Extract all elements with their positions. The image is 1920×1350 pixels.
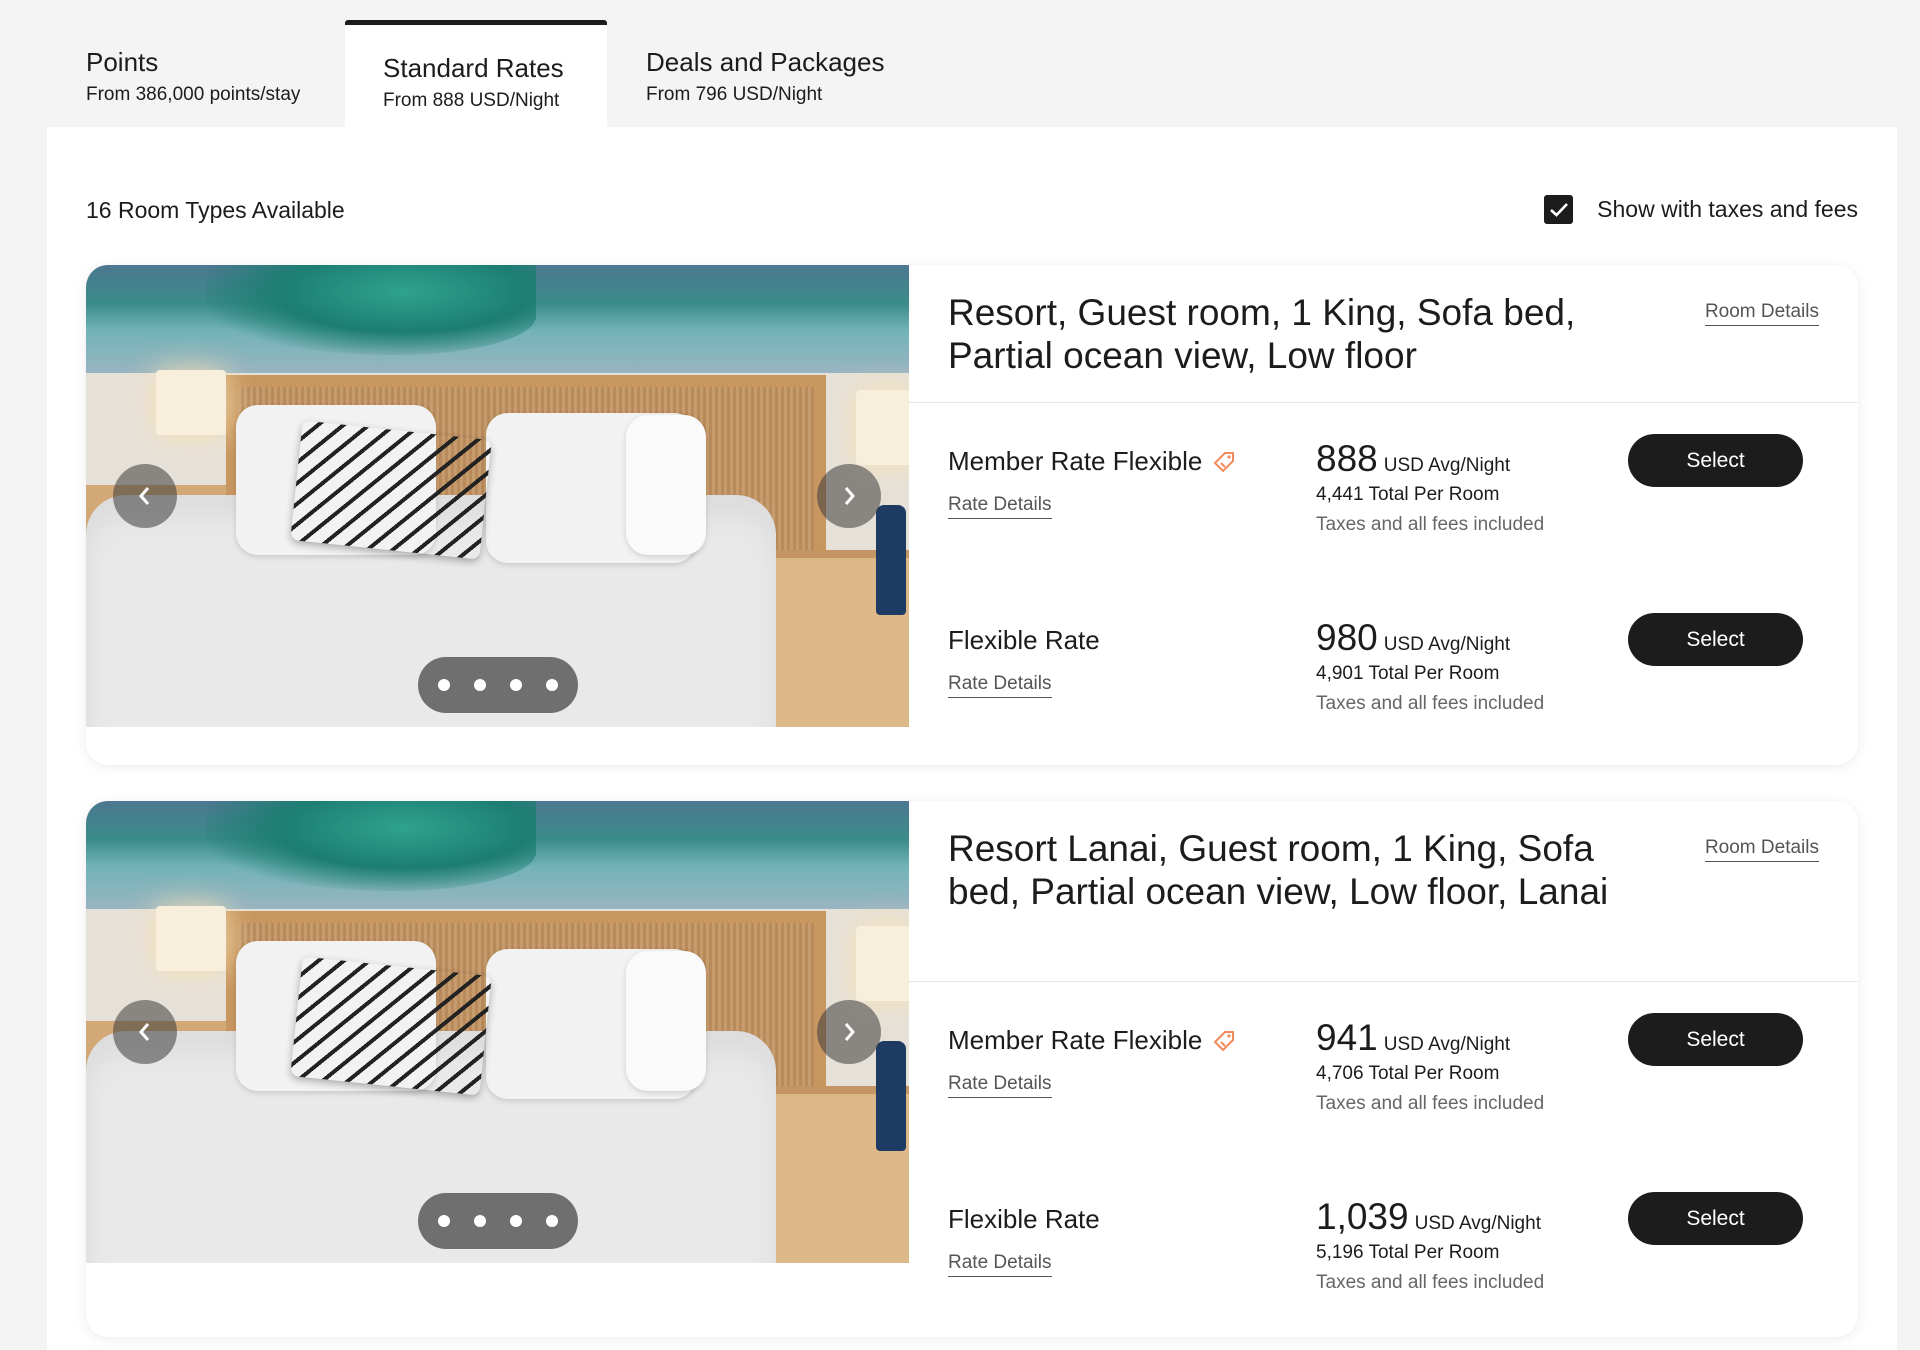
tab-subtitle: From 386,000 points/stay	[86, 84, 301, 105]
carousel-dots	[418, 657, 578, 713]
tab-deals-and-packages[interactable]: Deals and Packages From 796 USD/Night	[646, 47, 884, 107]
chevron-left-icon	[139, 487, 150, 505]
price: 1,039 USD Avg/Night	[1316, 1196, 1541, 1238]
room-details-link[interactable]: Room Details	[1704, 837, 1819, 862]
tab-subtitle: From 796 USD/Night	[646, 84, 823, 105]
rate-tabs: Points From 386,000 points/stay Standard…	[47, 0, 1897, 127]
chevron-right-icon	[844, 1023, 855, 1041]
price: 980 USD Avg/Night	[1316, 617, 1510, 659]
room-card: Resort, Guest room, 1 King, Sofa bed, Pa…	[86, 265, 1858, 765]
rate-row: Member Rate Flexible Rate Details 941 USD…	[909, 1013, 1858, 1175]
total-per-room: 4,706 Total Per Room	[1316, 1063, 1500, 1084]
rate-name: Flexible Rate	[948, 625, 1100, 656]
room-card: Resort Lanai, Guest room, 1 King, Sofa b…	[86, 801, 1858, 1337]
select-button[interactable]: Select	[1628, 1192, 1803, 1245]
carousel-dot[interactable]	[510, 679, 522, 691]
tax-note: Taxes and all fees included	[1316, 1272, 1545, 1293]
room-photo-carousel[interactable]	[86, 265, 909, 727]
room-info: Resort, Guest room, 1 King, Sofa bed, Pa…	[909, 265, 1858, 765]
total-per-room: 4,901 Total Per Room	[1316, 663, 1500, 684]
rate-name: Flexible Rate	[948, 1204, 1100, 1235]
tab-standard-rates[interactable]: Standard Rates From 888 USD/Night	[345, 20, 607, 127]
select-button[interactable]: Select	[1628, 1013, 1803, 1066]
tab-title: Points	[86, 47, 159, 77]
select-button[interactable]: Select	[1628, 434, 1803, 487]
price-amount: 1,039	[1316, 1196, 1409, 1237]
rate-name-label: Flexible Rate	[948, 1204, 1100, 1234]
rate-name-label: Flexible Rate	[948, 625, 1100, 655]
rate-row: Member Rate Flexible Rate Details 888 USD…	[909, 434, 1858, 596]
rates-panel: 16 Room Types Available Show with taxes …	[47, 127, 1897, 1350]
taxes-checkbox[interactable]	[1544, 195, 1574, 224]
carousel-dot[interactable]	[474, 679, 486, 691]
carousel-next-button[interactable]	[817, 464, 881, 528]
carousel-prev-button[interactable]	[113, 464, 177, 528]
taxes-toggle-label: Show with taxes and fees	[1597, 196, 1858, 222]
carousel-dot[interactable]	[438, 679, 450, 691]
rate-details-link[interactable]: Rate Details	[948, 1073, 1052, 1098]
rate-details-link[interactable]: Rate Details	[948, 673, 1052, 698]
carousel-dot[interactable]	[474, 1215, 486, 1227]
price-amount: 888	[1316, 438, 1378, 479]
tab-points[interactable]: Points From 386,000 points/stay	[86, 47, 300, 107]
room-title: Resort Lanai, Guest room, 1 King, Sofa b…	[948, 828, 1609, 912]
room-info: Resort Lanai, Guest room, 1 King, Sofa b…	[909, 801, 1858, 1337]
price-unit: USD Avg/Night	[1383, 634, 1511, 655]
room-photo-carousel[interactable]	[86, 801, 909, 1263]
rate-row: Flexible Rate Rate Details 980 USD Avg/Ni…	[909, 613, 1858, 765]
tab-title: Standard Rates	[383, 53, 564, 83]
check-icon	[1549, 202, 1568, 217]
rate-name-label: Member Rate Flexible	[948, 446, 1203, 476]
total-per-room: 5,196 Total Per Room	[1316, 1242, 1500, 1263]
carousel-dot[interactable]	[510, 1215, 522, 1227]
rate-details-link[interactable]: Rate Details	[948, 494, 1052, 519]
carousel-dots	[418, 1193, 578, 1249]
rate-row: Flexible Rate Rate Details 1,039 USD Avg/…	[909, 1192, 1858, 1337]
rate-name-label: Member Rate Flexible	[948, 1025, 1203, 1055]
tag-icon	[1213, 451, 1235, 472]
tab-subtitle: From 888 USD/Night	[383, 90, 560, 111]
price: 888 USD Avg/Night	[1316, 438, 1510, 480]
price-unit: USD Avg/Night	[1383, 455, 1511, 476]
chevron-left-icon	[139, 1023, 150, 1041]
price-unit: USD Avg/Night	[1383, 1034, 1511, 1055]
room-details-link[interactable]: Room Details	[1704, 301, 1819, 326]
price-unit: USD Avg/Night	[1414, 1213, 1541, 1234]
chevron-right-icon	[844, 487, 855, 505]
tax-note: Taxes and all fees included	[1316, 693, 1545, 714]
select-button[interactable]: Select	[1628, 613, 1803, 666]
tax-note: Taxes and all fees included	[1316, 514, 1545, 535]
carousel-dot[interactable]	[438, 1215, 450, 1227]
rate-name: Member Rate Flexible	[948, 446, 1236, 477]
taxes-toggle[interactable]: Show with taxes and fees	[1544, 195, 1858, 224]
rate-name: Member Rate Flexible	[948, 1025, 1236, 1056]
tax-note: Taxes and all fees included	[1316, 1093, 1545, 1114]
carousel-dot[interactable]	[546, 679, 558, 691]
rate-details-link[interactable]: Rate Details	[948, 1252, 1052, 1277]
tag-icon	[1213, 1030, 1235, 1051]
price: 941 USD Avg/Night	[1316, 1017, 1510, 1059]
carousel-prev-button[interactable]	[113, 1000, 177, 1064]
price-amount: 941	[1316, 1017, 1378, 1058]
room-title: Resort, Guest room, 1 King, Sofa bed, Pa…	[948, 292, 1576, 376]
room-types-count: 16 Room Types Available	[86, 197, 345, 223]
price-amount: 980	[1316, 617, 1378, 658]
carousel-next-button[interactable]	[817, 1000, 881, 1064]
total-per-room: 4,441 Total Per Room	[1316, 484, 1500, 505]
divider	[909, 402, 1858, 403]
tab-title: Deals and Packages	[646, 47, 885, 77]
divider	[909, 981, 1858, 982]
carousel-dot[interactable]	[546, 1215, 558, 1227]
